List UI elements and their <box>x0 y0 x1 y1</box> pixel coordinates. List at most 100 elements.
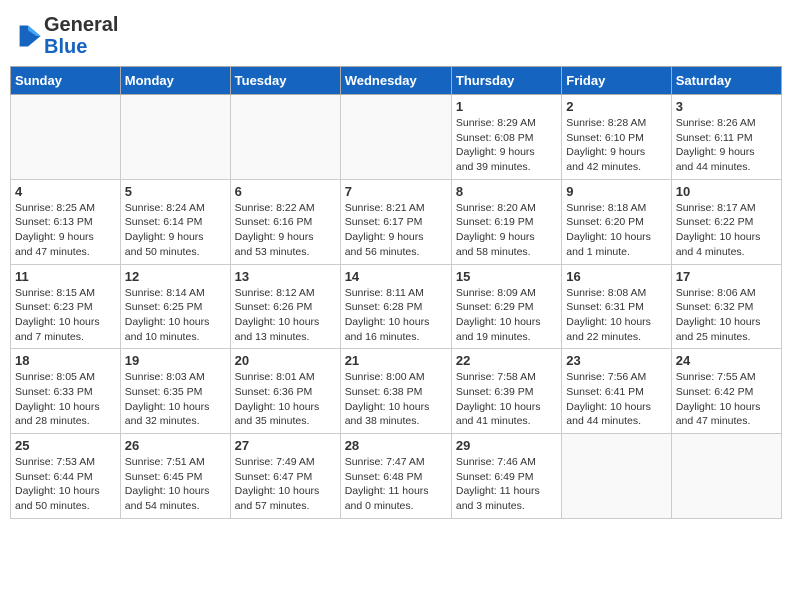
calendar-cell: 23 Sunrise: 7:56 AMSunset: 6:41 PMDayligh… <box>562 349 671 434</box>
logo: GeneralBlue <box>14 14 118 58</box>
day-number: 10 <box>676 184 777 199</box>
day-number: 9 <box>566 184 666 199</box>
calendar-cell: 6 Sunrise: 8:22 AMSunset: 6:16 PMDaylight… <box>230 179 340 264</box>
calendar-cell <box>671 434 781 519</box>
day-info: Sunrise: 8:14 AMSunset: 6:25 PMDaylight:… <box>125 286 226 345</box>
day-info: Sunrise: 7:53 AMSunset: 6:44 PMDaylight:… <box>15 455 116 514</box>
calendar-cell <box>120 95 230 180</box>
day-info: Sunrise: 8:05 AMSunset: 6:33 PMDaylight:… <box>15 370 116 429</box>
calendar-cell: 28Sunrise: 7:47 AMSunset: 6:48 PMDayligh… <box>340 434 451 519</box>
day-info: Sunrise: 8:18 AMSunset: 6:20 PMDaylight:… <box>566 201 666 260</box>
calendar-cell: 9 Sunrise: 8:18 AMSunset: 6:20 PMDaylight… <box>562 179 671 264</box>
day-number: 18 <box>15 353 116 368</box>
calendar-cell <box>562 434 671 519</box>
day-info: Sunrise: 8:26 AMSunset: 6:11 PMDaylight:… <box>676 116 777 175</box>
calendar-cell: 19 Sunrise: 8:03 AMSunset: 6:35 PMDayligh… <box>120 349 230 434</box>
day-info: Sunrise: 8:28 AMSunset: 6:10 PMDaylight:… <box>566 116 666 175</box>
calendar-header-row: SundayMondayTuesdayWednesdayThursdayFrid… <box>11 67 782 95</box>
day-info: Sunrise: 8:11 AMSunset: 6:28 PMDaylight:… <box>345 286 447 345</box>
calendar-cell: 12 Sunrise: 8:14 AMSunset: 6:25 PMDayligh… <box>120 264 230 349</box>
day-number: 26 <box>125 438 226 453</box>
logo-icon <box>14 22 42 50</box>
calendar-cell: 3 Sunrise: 8:26 AMSunset: 6:11 PMDaylight… <box>671 95 781 180</box>
day-number: 5 <box>125 184 226 199</box>
day-number: 13 <box>235 269 336 284</box>
calendar-cell: 4 Sunrise: 8:25 AMSunset: 6:13 PMDaylight… <box>11 179 121 264</box>
day-number: 29 <box>456 438 557 453</box>
calendar-week-row: 4 Sunrise: 8:25 AMSunset: 6:13 PMDaylight… <box>11 179 782 264</box>
day-header-tuesday: Tuesday <box>230 67 340 95</box>
day-number: 25 <box>15 438 116 453</box>
calendar-cell: 1 Sunrise: 8:29 AMSunset: 6:08 PMDaylight… <box>451 95 561 180</box>
day-info: Sunrise: 8:22 AMSunset: 6:16 PMDaylight:… <box>235 201 336 260</box>
day-header-thursday: Thursday <box>451 67 561 95</box>
calendar-cell: 29 Sunrise: 7:46 AMSunset: 6:49 PMDayligh… <box>451 434 561 519</box>
day-info: Sunrise: 8:15 AMSunset: 6:23 PMDaylight:… <box>15 286 116 345</box>
day-number: 7 <box>345 184 447 199</box>
calendar-cell: 17 Sunrise: 8:06 AMSunset: 6:32 PMDayligh… <box>671 264 781 349</box>
day-number: 24 <box>676 353 777 368</box>
day-number: 12 <box>125 269 226 284</box>
day-number: 15 <box>456 269 557 284</box>
day-header-friday: Friday <box>562 67 671 95</box>
calendar-week-row: 11 Sunrise: 8:15 AMSunset: 6:23 PMDayligh… <box>11 264 782 349</box>
calendar-cell: 13 Sunrise: 8:12 AMSunset: 6:26 PMDayligh… <box>230 264 340 349</box>
day-info: Sunrise: 8:21 AMSunset: 6:17 PMDaylight:… <box>345 201 447 260</box>
day-header-sunday: Sunday <box>11 67 121 95</box>
calendar-cell: 10 Sunrise: 8:17 AMSunset: 6:22 PMDayligh… <box>671 179 781 264</box>
day-number: 16 <box>566 269 666 284</box>
calendar-cell: 26 Sunrise: 7:51 AMSunset: 6:45 PMDayligh… <box>120 434 230 519</box>
day-number: 21 <box>345 353 447 368</box>
day-number: 2 <box>566 99 666 114</box>
day-number: 27 <box>235 438 336 453</box>
day-header-monday: Monday <box>120 67 230 95</box>
day-number: 1 <box>456 99 557 114</box>
calendar-cell: 24 Sunrise: 7:55 AMSunset: 6:42 PMDayligh… <box>671 349 781 434</box>
calendar-cell: 14Sunrise: 8:11 AMSunset: 6:28 PMDayligh… <box>340 264 451 349</box>
day-header-saturday: Saturday <box>671 67 781 95</box>
day-info: Sunrise: 7:58 AMSunset: 6:39 PMDaylight:… <box>456 370 557 429</box>
page-header: GeneralBlue <box>10 10 782 58</box>
calendar-cell: 2 Sunrise: 8:28 AMSunset: 6:10 PMDaylight… <box>562 95 671 180</box>
day-info: Sunrise: 8:25 AMSunset: 6:13 PMDaylight:… <box>15 201 116 260</box>
day-info: Sunrise: 8:09 AMSunset: 6:29 PMDaylight:… <box>456 286 557 345</box>
day-info: Sunrise: 8:17 AMSunset: 6:22 PMDaylight:… <box>676 201 777 260</box>
calendar-cell: 18 Sunrise: 8:05 AMSunset: 6:33 PMDayligh… <box>11 349 121 434</box>
calendar-cell: 25 Sunrise: 7:53 AMSunset: 6:44 PMDayligh… <box>11 434 121 519</box>
logo-text: GeneralBlue <box>44 14 118 58</box>
calendar-table: SundayMondayTuesdayWednesdayThursdayFrid… <box>10 66 782 519</box>
calendar-week-row: 1 Sunrise: 8:29 AMSunset: 6:08 PMDaylight… <box>11 95 782 180</box>
calendar-cell: 27Sunrise: 7:49 AMSunset: 6:47 PMDayligh… <box>230 434 340 519</box>
day-number: 3 <box>676 99 777 114</box>
day-info: Sunrise: 8:03 AMSunset: 6:35 PMDaylight:… <box>125 370 226 429</box>
day-number: 19 <box>125 353 226 368</box>
calendar-cell: 16 Sunrise: 8:08 AMSunset: 6:31 PMDayligh… <box>562 264 671 349</box>
day-info: Sunrise: 7:55 AMSunset: 6:42 PMDaylight:… <box>676 370 777 429</box>
calendar-cell: 21Sunrise: 8:00 AMSunset: 6:38 PMDayligh… <box>340 349 451 434</box>
day-info: Sunrise: 8:08 AMSunset: 6:31 PMDaylight:… <box>566 286 666 345</box>
calendar-cell <box>340 95 451 180</box>
calendar-cell: 20Sunrise: 8:01 AMSunset: 6:36 PMDayligh… <box>230 349 340 434</box>
day-number: 8 <box>456 184 557 199</box>
calendar-cell <box>11 95 121 180</box>
day-info: Sunrise: 8:29 AMSunset: 6:08 PMDaylight:… <box>456 116 557 175</box>
day-number: 22 <box>456 353 557 368</box>
day-number: 20 <box>235 353 336 368</box>
day-header-wednesday: Wednesday <box>340 67 451 95</box>
day-number: 6 <box>235 184 336 199</box>
day-number: 4 <box>15 184 116 199</box>
calendar-cell: 8Sunrise: 8:20 AMSunset: 6:19 PMDaylight… <box>451 179 561 264</box>
day-info: Sunrise: 7:46 AMSunset: 6:49 PMDaylight:… <box>456 455 557 514</box>
day-info: Sunrise: 7:51 AMSunset: 6:45 PMDaylight:… <box>125 455 226 514</box>
day-info: Sunrise: 7:47 AMSunset: 6:48 PMDaylight:… <box>345 455 447 514</box>
day-number: 17 <box>676 269 777 284</box>
calendar-cell: 11 Sunrise: 8:15 AMSunset: 6:23 PMDayligh… <box>11 264 121 349</box>
calendar-cell: 15 Sunrise: 8:09 AMSunset: 6:29 PMDayligh… <box>451 264 561 349</box>
day-number: 23 <box>566 353 666 368</box>
day-info: Sunrise: 8:12 AMSunset: 6:26 PMDaylight:… <box>235 286 336 345</box>
day-info: Sunrise: 7:56 AMSunset: 6:41 PMDaylight:… <box>566 370 666 429</box>
day-number: 11 <box>15 269 116 284</box>
day-info: Sunrise: 8:06 AMSunset: 6:32 PMDaylight:… <box>676 286 777 345</box>
calendar-week-row: 18 Sunrise: 8:05 AMSunset: 6:33 PMDayligh… <box>11 349 782 434</box>
calendar-week-row: 25 Sunrise: 7:53 AMSunset: 6:44 PMDayligh… <box>11 434 782 519</box>
